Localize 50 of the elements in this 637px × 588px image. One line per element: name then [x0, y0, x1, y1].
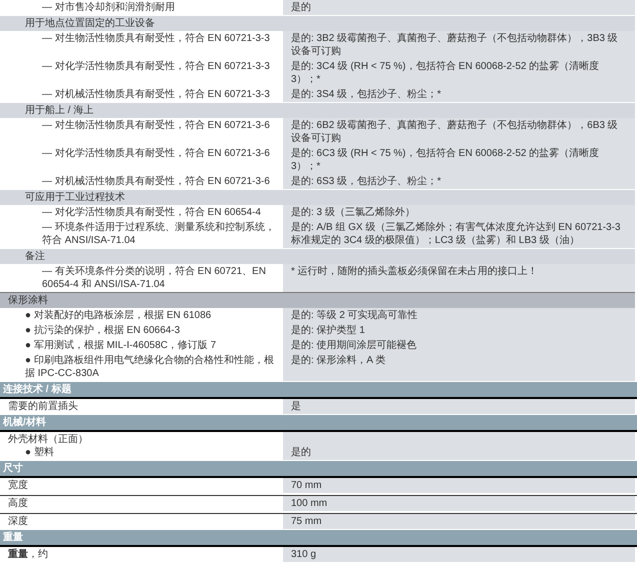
row-value: 是的 — [291, 446, 311, 459]
row-label: — 对化学活性物质具有耐受性，符合 EN 60721-3-6 — [42, 148, 270, 159]
row-label: ● 军用测试，根据 MIL-I-46058C，修订版 7 — [25, 340, 216, 351]
group-header: 用于船上 / 海上 — [0, 103, 635, 118]
row-label: ● 塑料 — [24, 446, 54, 459]
row-label: ● 对装配好的电路板涂层，根据 EN 61086 — [25, 310, 212, 321]
group-header: 用于地点位置固定的工业设备 — [0, 16, 635, 31]
row-label: — 对化学活性物质具有耐受性，符合 EN 60654-4 — [42, 207, 261, 218]
row-value: 是的: 3B2 级霉菌孢子、真菌孢子、蘑菇孢子（不包括动物群体），3B3 级设备可订购 — [291, 32, 619, 58]
row-value: 是的: 保护类型 1 — [291, 324, 365, 337]
section-header: 尺寸 — [0, 461, 637, 478]
row-value: 310 g — [291, 548, 316, 561]
row-label: — 对生物活性物质具有耐受性，符合 EN 60721-3-3 — [42, 33, 270, 44]
row-value: 是的: 使用期间涂层可能褪色 — [291, 339, 417, 352]
row-value: 是 — [291, 400, 301, 413]
row-label: ● 抗污染的保护，根据 EN 60664-3 — [25, 325, 180, 336]
row-label: — 有关环境条件分类的说明，符合 EN 60721、EN 60654-4 和 ANSI/ISA-71.04 — [42, 266, 266, 290]
row-value: 是的: 6S3 级，包括沙子、粉尘；* — [291, 175, 442, 188]
row-label: — 对机械活性物质具有耐受性，符合 EN 60721-3-6 — [42, 176, 270, 187]
row-label: — 对市售冷却剂和润滑剂耐用 — [42, 2, 175, 13]
row-value: 是的: 3S4 级，包括沙子、粉尘；* — [291, 88, 442, 101]
row-label: — 对化学活性物质具有耐受性，符合 EN 60721-3-3 — [42, 61, 270, 72]
row-label: — 对生物活性物质具有耐受性，符合 EN 60721-3-6 — [42, 120, 270, 131]
row-value: 是的: 3C4 级 (RH < 75 %)，包括符合 EN 60068-2-52 的盐雾（清晰度 3）；* — [291, 60, 600, 86]
row-label: 高度 — [8, 498, 28, 509]
row-label: — 环境条件适用于过程系统、测量系统和控制系统，符合 ANSI/ISA-71.04 — [42, 222, 275, 246]
row-label: 需要的前置插头 — [8, 401, 78, 412]
row-label: 宽度 — [8, 480, 28, 491]
section-header: 机械/材料 — [0, 415, 637, 432]
row-value: 是的: 等级 2 可实现高可靠性 — [291, 309, 418, 322]
row-value: 是的: 6C3 级 (RH < 75 %)，包括符合 EN 60068-2-52 的盐雾（清晰度 3）；* — [291, 147, 600, 173]
section-header: 连接技术 / 标题 — [0, 382, 637, 399]
row-value: 是的 — [291, 1, 311, 14]
row-value: 是的: 保形涂料，A 类 — [291, 354, 386, 367]
row-label: ● 印刷电路板组件用电气绝缘化合物的合格性和性能，根据 IPC-CC-830A — [25, 355, 274, 379]
row-value: 75 mm — [291, 515, 322, 528]
row-value: 是的: A/B 组 GX 级（三氯乙烯除外；有害气体浓度允许达到 EN 60721-3-3 标准规定的 3C4 级的极限值）；LC3 级（盐雾）和 LB3 级（油） — [291, 221, 622, 247]
group-header: 备注 — [0, 249, 635, 264]
section-header: 重量 — [0, 530, 637, 547]
group-header: 可应用于工业过程技术 — [0, 190, 635, 205]
row-value: 是的: 6B2 级霉菌孢子、真菌孢子、蘑菇孢子（不包括动物群体），6B3 级设备可订购 — [291, 119, 619, 145]
row-label: 外壳材料（正面） — [8, 433, 88, 446]
row-label: — 对机械活性物质具有耐受性，符合 EN 60721-3-3 — [42, 89, 270, 100]
subsection-header: 保形涂料 — [0, 292, 635, 308]
row-value: 是的: 3 级（三氯乙烯除外） — [291, 206, 415, 219]
row-label: 重量，约 — [8, 549, 48, 560]
row-value: * 运行时，随附的插头盖板必须保留在未占用的接口上！ — [291, 265, 538, 278]
row-value: 100 mm — [291, 497, 328, 510]
row-value: 70 mm — [291, 479, 322, 492]
row-label: 深度 — [8, 516, 28, 527]
